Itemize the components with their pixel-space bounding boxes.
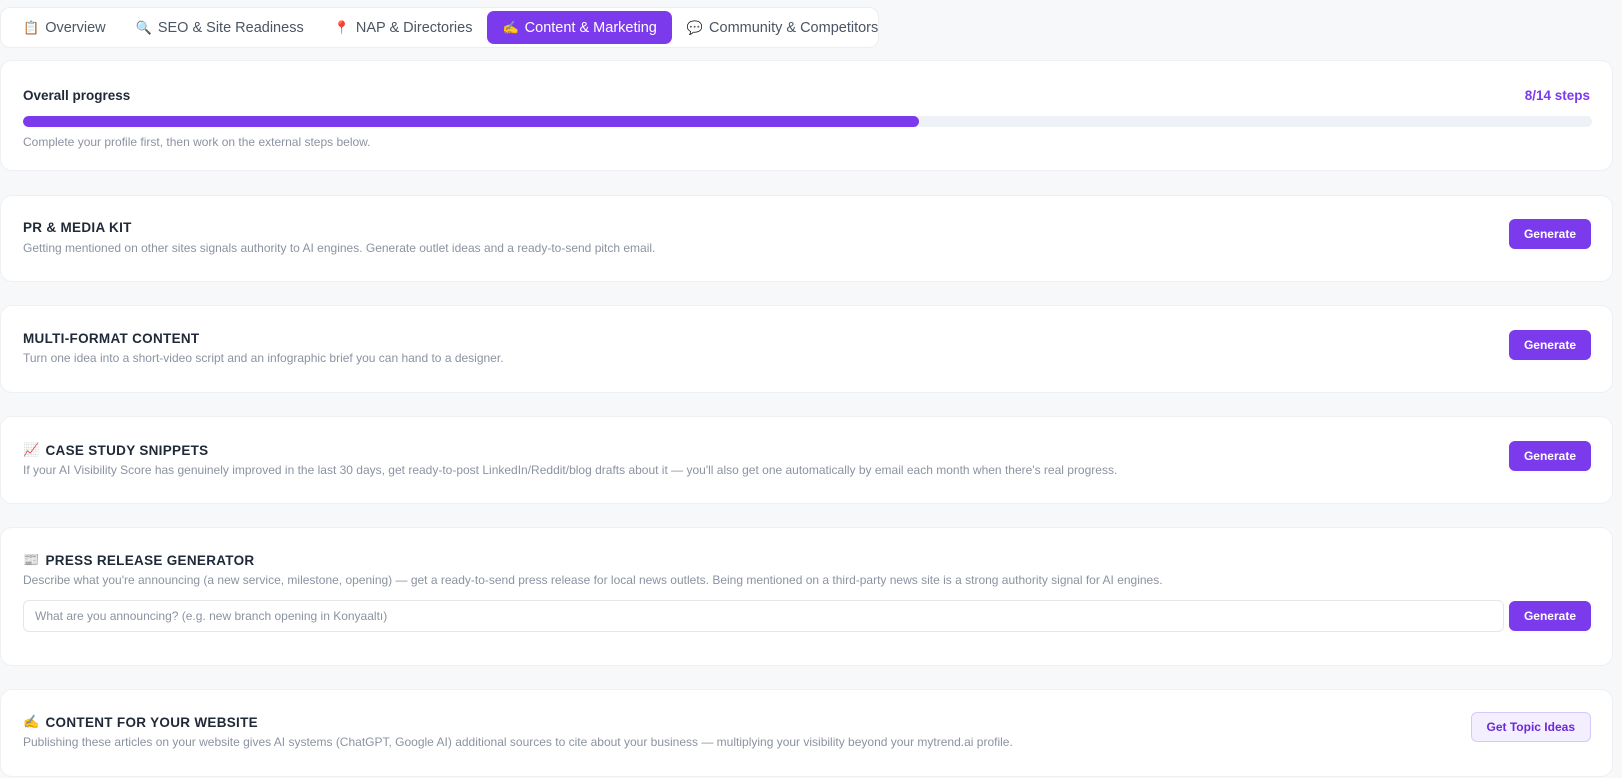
tab-community-competitors[interactable]: 💬 Community & Competitors (672, 11, 893, 44)
progress-track (23, 116, 1592, 127)
section-description: Getting mentioned on other sites signals… (23, 241, 656, 255)
multi-format-content-card: MULTI-FORMAT CONTENT Turn one idea into … (0, 305, 1613, 393)
tab-content-marketing[interactable]: ✍️ Content & Marketing (487, 11, 672, 44)
progress-label: Overall progress (23, 88, 131, 103)
section-title: PR & MEDIA KIT (23, 220, 132, 235)
chart-increasing-icon: 📈 (23, 442, 40, 457)
pr-media-kit-card: PR & MEDIA KIT Getting mentioned on othe… (0, 195, 1613, 282)
writing-hand-icon: ✍️ (23, 714, 40, 729)
section-title: MULTI-FORMAT CONTENT (23, 331, 200, 346)
case-study-snippets-card: 📈 CASE STUDY SNIPPETS If your AI Visibil… (0, 416, 1613, 504)
progress-hint: Complete your profile first, then work o… (23, 135, 371, 149)
tab-bar: 📋 Overview 🔍 SEO & Site Readiness 📍 NAP … (0, 7, 879, 48)
content-for-website-card: ✍️ CONTENT FOR YOUR WEBSITE Publishing t… (0, 689, 1613, 777)
section-title: 📰 PRESS RELEASE GENERATOR (23, 552, 254, 568)
speech-bubble-icon: 💬 (686, 19, 704, 35)
tab-label: SEO & Site Readiness (157, 19, 304, 36)
press-release-generator-card: 📰 PRESS RELEASE GENERATOR Describe what … (0, 527, 1613, 666)
section-title: 📈 CASE STUDY SNIPPETS (23, 442, 209, 458)
section-description: Publishing these articles on your websit… (23, 735, 1013, 749)
generate-case-study-button[interactable]: Generate (1508, 441, 1591, 471)
section-title-text: PRESS RELEASE GENERATOR (45, 552, 255, 568)
generate-multi-format-button[interactable]: Generate (1508, 330, 1591, 360)
tab-label: Community & Competitors (709, 19, 879, 36)
tab-label: Overview (45, 19, 106, 36)
generate-pr-button[interactable]: Generate (1508, 219, 1591, 249)
announcement-input[interactable] (23, 600, 1504, 632)
pin-icon: 📍 (333, 19, 350, 35)
tab-overview[interactable]: 📋 Overview (8, 11, 121, 44)
tab-seo-site-readiness[interactable]: 🔍 SEO & Site Readiness (121, 11, 319, 44)
writing-hand-icon: ✍️ (502, 19, 519, 35)
generate-press-release-button[interactable]: Generate (1508, 601, 1591, 631)
section-title: ✍️ CONTENT FOR YOUR WEBSITE (23, 714, 258, 730)
tab-label: NAP & Directories (355, 19, 473, 36)
progress-count: 8/14 steps (1524, 88, 1590, 103)
magnifier-icon: 🔍 (135, 19, 152, 35)
clipboard-icon: 📋 (23, 19, 40, 35)
section-title-text: CONTENT FOR YOUR WEBSITE (45, 714, 258, 730)
section-description: Describe what you're announcing (a new s… (23, 573, 1163, 587)
progress-fill (23, 116, 919, 127)
newspaper-icon: 📰 (23, 552, 40, 567)
tab-nap-directories[interactable]: 📍 NAP & Directories (319, 11, 488, 44)
progress-card: Overall progress 8/14 steps Complete you… (0, 60, 1613, 171)
section-description: Turn one idea into a short-video script … (23, 351, 504, 365)
section-description: If your AI Visibility Score has genuinel… (23, 463, 1118, 477)
section-title-text: CASE STUDY SNIPPETS (45, 442, 209, 458)
tab-label: Content & Marketing (524, 19, 657, 36)
get-topic-ideas-button[interactable]: Get Topic Ideas (1470, 712, 1591, 742)
